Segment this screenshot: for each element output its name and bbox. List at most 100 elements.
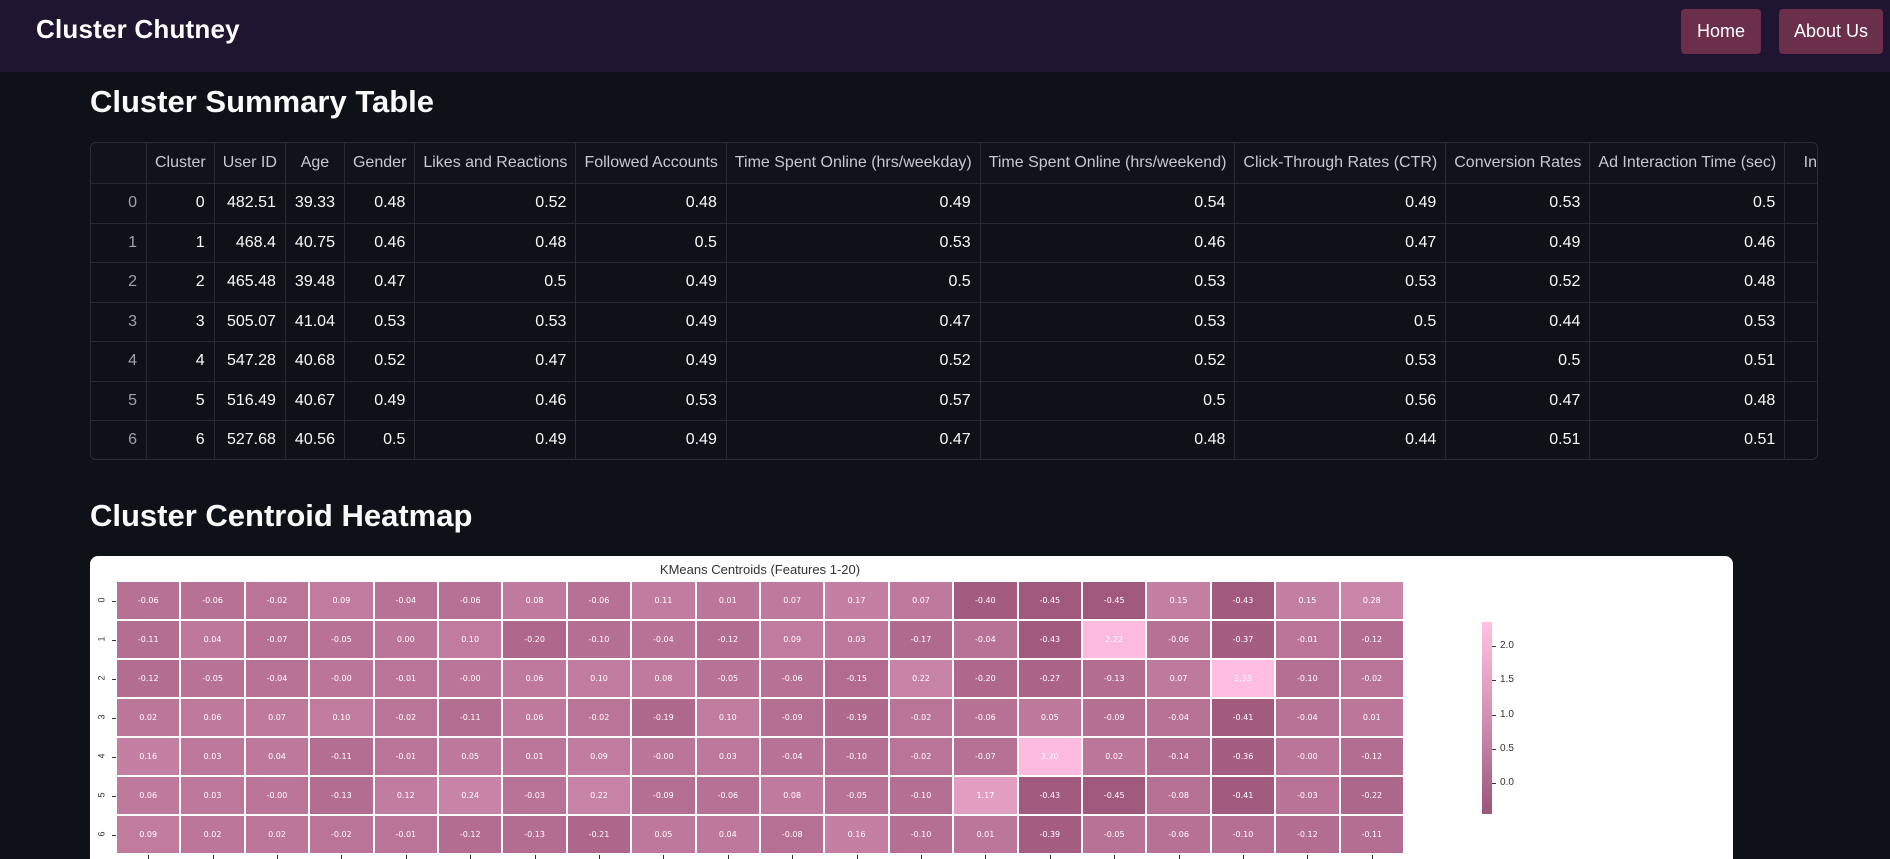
colorbar-tick-label: 1.0	[1500, 708, 1514, 720]
table-cell: 0.49	[575, 341, 727, 382]
heatmap-cell: -0.12	[1275, 815, 1340, 854]
heatmap-cell: -0.12	[116, 659, 181, 698]
heatmap-cell: -0.07	[953, 737, 1018, 776]
column-header[interactable]: Likes and Reactions	[414, 143, 577, 184]
heatmap-cell: 0.16	[116, 737, 181, 776]
heatmap-cell: -0.13	[1082, 659, 1147, 698]
table-cell: 0.48	[575, 183, 727, 224]
heatmap-cell: -0.12	[1339, 737, 1404, 776]
heatmap-cell: -0.12	[1339, 620, 1404, 659]
table-cell: 0.47	[1234, 223, 1447, 263]
heatmap-row-label: 2	[96, 674, 107, 681]
brand-title: Cluster Chutney	[36, 14, 240, 44]
heatmap-cell: -0.41	[1210, 698, 1276, 737]
row-index-cell: 3	[91, 302, 147, 342]
column-header[interactable]: Age	[285, 143, 345, 184]
heatmap-cell: 0.28	[1339, 581, 1404, 620]
table-cell: 0.56	[1234, 381, 1447, 421]
column-header[interactable]: Time Spent Online (hrs/weekday)	[726, 143, 981, 184]
table-cell: 3	[146, 302, 215, 342]
table-cell: 0.53	[1589, 302, 1786, 342]
heatmap-cell: -0.06	[566, 581, 632, 620]
heatmap-cell: -0.14	[1146, 737, 1211, 776]
heatmap-cell: -0.02	[1339, 659, 1404, 698]
heatmap-x-tick	[1371, 855, 1373, 859]
table-cell: 0.53	[1445, 183, 1591, 224]
column-header[interactable]: Conversion Rates	[1445, 143, 1591, 184]
column-header[interactable]: Income Level	[1784, 143, 1817, 184]
colorbar-tick	[1492, 680, 1496, 682]
heatmap-cell: -0.05	[1082, 815, 1147, 854]
heatmap-cell: -0.06	[116, 581, 181, 620]
table-cell: 0.53	[726, 223, 981, 263]
heatmap-cell: -0.19	[824, 698, 889, 737]
table-cell: 0.44	[1234, 420, 1447, 459]
heatmap-cell: -0.10	[1275, 659, 1340, 698]
table-cell: 0.48	[1589, 381, 1786, 421]
heatmap-cell: 0.02	[244, 815, 310, 854]
heatmap-row-label: 4	[96, 752, 107, 759]
heatmap-cell: 0.04	[244, 737, 310, 776]
heatmap-cell: -0.05	[309, 620, 374, 659]
column-header[interactable]	[91, 143, 147, 184]
heatmap-cell: -0.10	[824, 737, 889, 776]
table-cell: 0.53	[980, 262, 1236, 303]
table-cell: 0.49	[344, 381, 416, 421]
heatmap-cell: 0.01	[1339, 698, 1404, 737]
heatmap-cell: 2.20	[1017, 737, 1082, 776]
heatmap-cell: -0.41	[1210, 776, 1276, 815]
column-header[interactable]: Gender	[344, 143, 416, 184]
heatmap-cell: -0.07	[244, 620, 310, 659]
heatmap-cell: -0.10	[1210, 815, 1276, 854]
heatmap-cell: -0.43	[1017, 620, 1082, 659]
heatmap-cell: -0.13	[309, 776, 374, 815]
heatmap-cell: -0.02	[244, 581, 310, 620]
top-navbar: Cluster Chutney Home About Us	[0, 0, 1890, 72]
table-cell: 0.54	[980, 183, 1236, 224]
heatmap-cell: 0.01	[695, 581, 760, 620]
heatmap-cell: -0.04	[953, 620, 1018, 659]
colorbar-tick	[1492, 748, 1496, 750]
heatmap-cell: 0.06	[180, 698, 245, 737]
heatmap-x-tick	[663, 855, 665, 859]
heatmap-x-tick	[212, 855, 214, 859]
heatmap-x-tick	[277, 855, 278, 859]
heatmap-cell: 0.03	[695, 737, 760, 776]
column-header[interactable]: Click-Through Rates (CTR)	[1234, 143, 1447, 184]
heatmap-colorbar	[1482, 622, 1492, 814]
heatmap-cell: -0.06	[1146, 815, 1211, 854]
table-cell: 4	[146, 341, 215, 382]
column-header[interactable]: Followed Accounts	[575, 143, 727, 184]
heatmap-cell: -0.01	[373, 737, 438, 776]
heatmap-cell: -0.37	[1210, 620, 1276, 659]
row-index-cell: 5	[91, 381, 147, 421]
cluster-summary-table[interactable]: Cluster User ID Age Gender Likes and Reactio…	[90, 142, 1818, 460]
heatmap-cell: -0.02	[888, 737, 954, 776]
about-us-button[interactable]: About Us	[1779, 9, 1883, 54]
column-header[interactable]: Ad Interaction Time (sec)	[1589, 143, 1786, 184]
column-header[interactable]: Cluster	[146, 143, 215, 184]
row-index-cell: 6	[91, 420, 147, 459]
heatmap-x-tick	[148, 855, 150, 859]
heatmap-cell: -0.10	[888, 776, 954, 815]
table-cell: 0.49	[575, 302, 727, 342]
home-button[interactable]: Home	[1681, 9, 1761, 54]
heatmap-row-label: 5	[96, 791, 107, 798]
table-cell: 0.49	[414, 420, 577, 459]
heatmap-cell: -0.00	[1275, 737, 1340, 776]
heatmap-cell: -0.04	[631, 620, 696, 659]
heatmap-cell: -0.43	[1017, 776, 1082, 815]
column-header[interactable]: Time Spent Online (hrs/weekend)	[980, 143, 1236, 184]
heatmap-cell: -0.05	[824, 776, 889, 815]
heatmap-cell: -0.22	[1339, 776, 1404, 815]
heatmap-x-tick	[470, 855, 472, 859]
table-cell: 63809.52	[1784, 183, 1817, 224]
table-cell: 0.52	[344, 341, 416, 382]
column-header[interactable]: User ID	[214, 143, 286, 184]
heatmap-cell: 0.09	[309, 581, 374, 620]
heatmap-cell: 0.15	[1275, 581, 1340, 620]
heatmap-cell: -0.11	[116, 620, 181, 659]
table-cell: 0.49	[575, 420, 727, 459]
heatmap-cell: -0.27	[1017, 659, 1082, 698]
heatmap-cell: -0.09	[760, 698, 825, 737]
